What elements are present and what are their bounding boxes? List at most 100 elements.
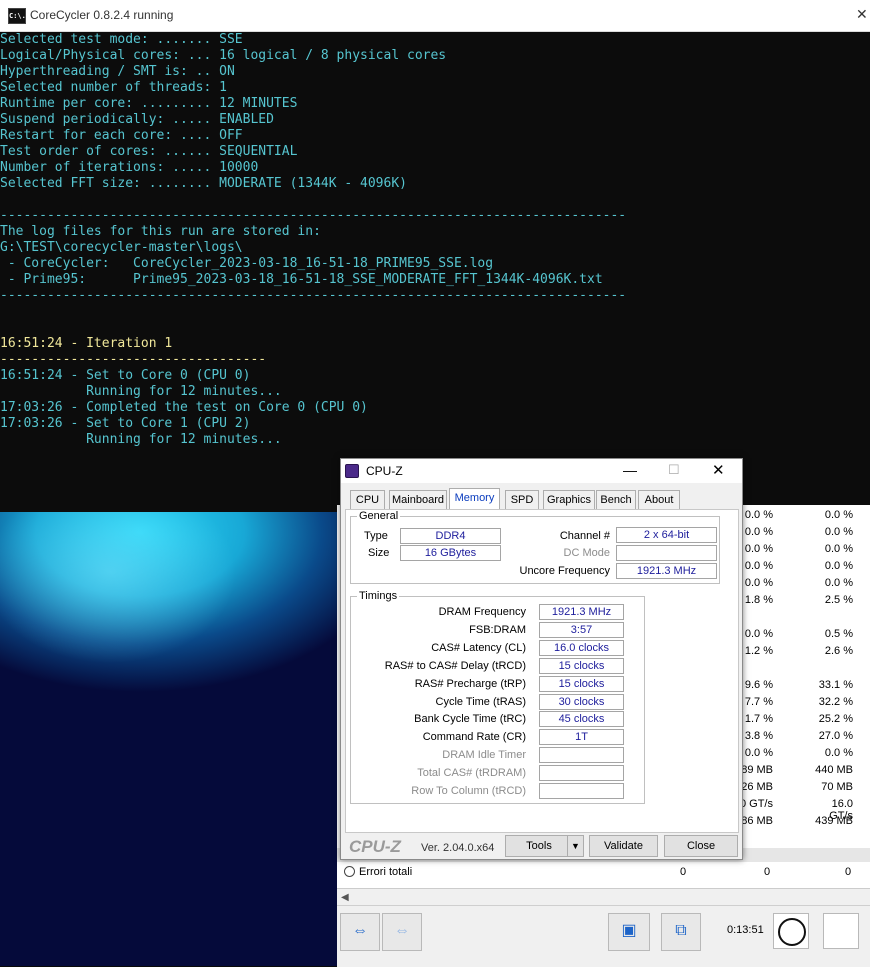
tab-cpu[interactable]: CPU	[350, 490, 385, 509]
size-value: 16 GBytes	[400, 545, 501, 561]
console-line: 17:03:26 - Set to Core 1 (CPU 2)	[0, 416, 251, 431]
channel-label: Channel #	[559, 530, 610, 542]
tab-graphics[interactable]: Graphics	[543, 490, 595, 509]
console-line: The log files for this run are stored in…	[0, 224, 321, 239]
console-title: CoreCycler 0.8.2.4 running	[30, 8, 174, 22]
sensor-value-max: 0.0 %	[824, 509, 853, 521]
tab-memory[interactable]: Memory	[449, 488, 500, 509]
errors-value-max: 0	[845, 866, 852, 878]
console-output: Selected test mode: ....... SSE Logical/…	[0, 32, 626, 448]
maximize-icon: ☐	[668, 462, 680, 477]
console-line: Suspend periodically: ..... ENABLED	[0, 112, 274, 127]
timing-value: 15 clocks	[539, 657, 624, 674]
dc-mode-value	[616, 545, 717, 561]
sensor-value-max: 2.5 %	[824, 594, 853, 606]
console-titlebar[interactable]: C:\. CoreCycler 0.8.2.4 running ✕	[0, 0, 870, 32]
console-line: Selected number of threads: 1	[0, 80, 227, 95]
console-line: Running for 12 minutes...	[0, 432, 282, 447]
uncore-frequency-label: Uncore Frequency	[519, 565, 611, 577]
sensor-value-max: 2.6 %	[824, 645, 853, 657]
sensor-value-max: 440 MB	[815, 764, 853, 776]
tab-about[interactable]: About	[638, 490, 680, 509]
scroll-left-icon[interactable]: ◀	[341, 892, 349, 903]
general-legend: General	[359, 510, 399, 522]
timing-label: Row To Column (tRCD)	[411, 785, 526, 797]
channel-value: 2 x 64-bit	[616, 527, 717, 543]
timing-label: DRAM Frequency	[438, 606, 526, 618]
network-computers-icon[interactable]: ⧉	[661, 913, 701, 951]
console-line: Number of iterations: ..... 10000	[0, 160, 259, 175]
console-line: Running for 12 minutes...	[0, 384, 282, 399]
timing-label: DRAM Idle Timer	[442, 749, 526, 762]
console-line: 16:51:24 - Set to Core 0 (CPU 0)	[0, 368, 251, 383]
cpuz-logo: CPU-Z	[349, 837, 401, 856]
timing-label: Total CAS# (tRDRAM)	[417, 767, 526, 780]
tab-mainboard[interactable]: Mainboard	[389, 490, 447, 509]
console-line: 16:51:24 - Iteration 1	[0, 336, 173, 351]
timing-label: RAS# Precharge (tRP)	[414, 677, 526, 690]
errors-total-label: Errori totali	[359, 866, 413, 878]
console-line: ----------------------------------------…	[0, 288, 627, 303]
timing-label: Command Rate (CR)	[422, 731, 526, 744]
hwinfo-toolbar: ⇔ ⇔ ▣ ⧉ 0:13:51	[337, 905, 870, 967]
version-label: Ver. 2.04.0.x64	[421, 842, 495, 854]
monitor-search-icon[interactable]: ▣	[608, 913, 650, 951]
console-line: Restart for each core: .... OFF	[0, 128, 243, 143]
tools-dropdown-icon[interactable]: ▼	[567, 835, 584, 857]
sensor-value-max: 0.0 %	[824, 543, 853, 555]
tab-bench[interactable]: Bench	[596, 490, 636, 509]
memory-tab-panel: General Type DDR4 Size 16 GBytes Channel…	[345, 509, 739, 833]
elapsed-timer: 0:13:51	[727, 924, 764, 936]
timing-label: CAS# Latency (CL)	[431, 641, 526, 654]
console-line: ----------------------------------------…	[0, 208, 627, 223]
cpuz-app-icon	[345, 464, 359, 478]
sensor-circle-icon	[344, 866, 355, 877]
timing-label: Bank Cycle Time (tRC)	[414, 713, 526, 726]
timing-value: 3:57	[539, 621, 624, 638]
navigate-arrows-icon[interactable]: ⇔	[340, 913, 380, 951]
sensor-value-max: 32.2 %	[818, 696, 853, 708]
timing-value: 1T	[539, 729, 624, 746]
console-line: G:\TEST\corecycler-master\logs\	[0, 240, 243, 255]
report-add-icon[interactable]	[823, 913, 859, 949]
console-line: 17:03:26 - Completed the test on Core 0 …	[0, 400, 368, 415]
validate-button[interactable]: Validate	[589, 835, 658, 857]
timing-label: RAS# to CAS# Delay (tRCD)	[384, 659, 526, 672]
sensor-value-max: 0.5 %	[824, 628, 853, 640]
console-line: Runtime per core: ......... 12 MINUTES	[0, 96, 298, 111]
timing-value: 30 clocks	[539, 693, 624, 710]
timing-label: FSB:DRAM	[469, 623, 526, 636]
timing-label: Cycle Time (tRAS)	[435, 695, 526, 708]
console-line: Hyperthreading / SMT is: .. ON	[0, 64, 235, 79]
sensor-value-max: 27.0 %	[818, 730, 853, 742]
timing-value: 15 clocks	[539, 675, 624, 692]
errors-value-min: 0	[764, 866, 771, 878]
sensor-value-max: 0.0 %	[824, 526, 853, 538]
timing-value: 45 clocks	[539, 711, 624, 728]
console-line: Selected FFT size: ........ MODERATE (13…	[0, 176, 407, 191]
timings-legend: Timings	[359, 590, 398, 602]
size-label: Size	[368, 547, 390, 559]
close-button[interactable]: Close	[664, 835, 738, 857]
console-line: Test order of cores: ...... SEQUENTIAL	[0, 144, 298, 159]
sensor-value-max: 0.0 %	[824, 747, 853, 759]
tools-button[interactable]: Tools	[505, 835, 573, 857]
sensor-value-max: 33.1 %	[818, 679, 853, 691]
tab-spd[interactable]: SPD	[505, 490, 539, 509]
timing-value	[539, 783, 624, 799]
console-close-icon[interactable]: ✕	[856, 6, 868, 23]
console-window: C:\. CoreCycler 0.8.2.4 running ✕ Select…	[0, 0, 870, 512]
sensor-value-max: 25.2 %	[818, 713, 853, 725]
console-line: - Prime95: Prime95_2023-03-18_16-51-18_S…	[0, 272, 603, 287]
cpuz-titlebar[interactable]: CPU-Z — ☐ ✕	[341, 459, 742, 483]
close-icon[interactable]: ✕	[712, 461, 725, 479]
timing-value: 1921.3 MHz	[539, 604, 624, 620]
clock-icon[interactable]	[773, 913, 809, 949]
console-line: - CoreCycler: CoreCycler_2023-03-18_16-5…	[0, 256, 494, 271]
sensor-value-max: 70 MB	[821, 781, 853, 793]
minimize-icon[interactable]: —	[623, 462, 637, 478]
navigate-arrows-disabled-icon: ⇔	[382, 913, 422, 951]
dc-mode-label: DC Mode	[563, 547, 610, 559]
horizontal-scrollbar[interactable]: ◀	[337, 888, 870, 906]
sensor-value-max: 439 MB	[815, 815, 853, 827]
